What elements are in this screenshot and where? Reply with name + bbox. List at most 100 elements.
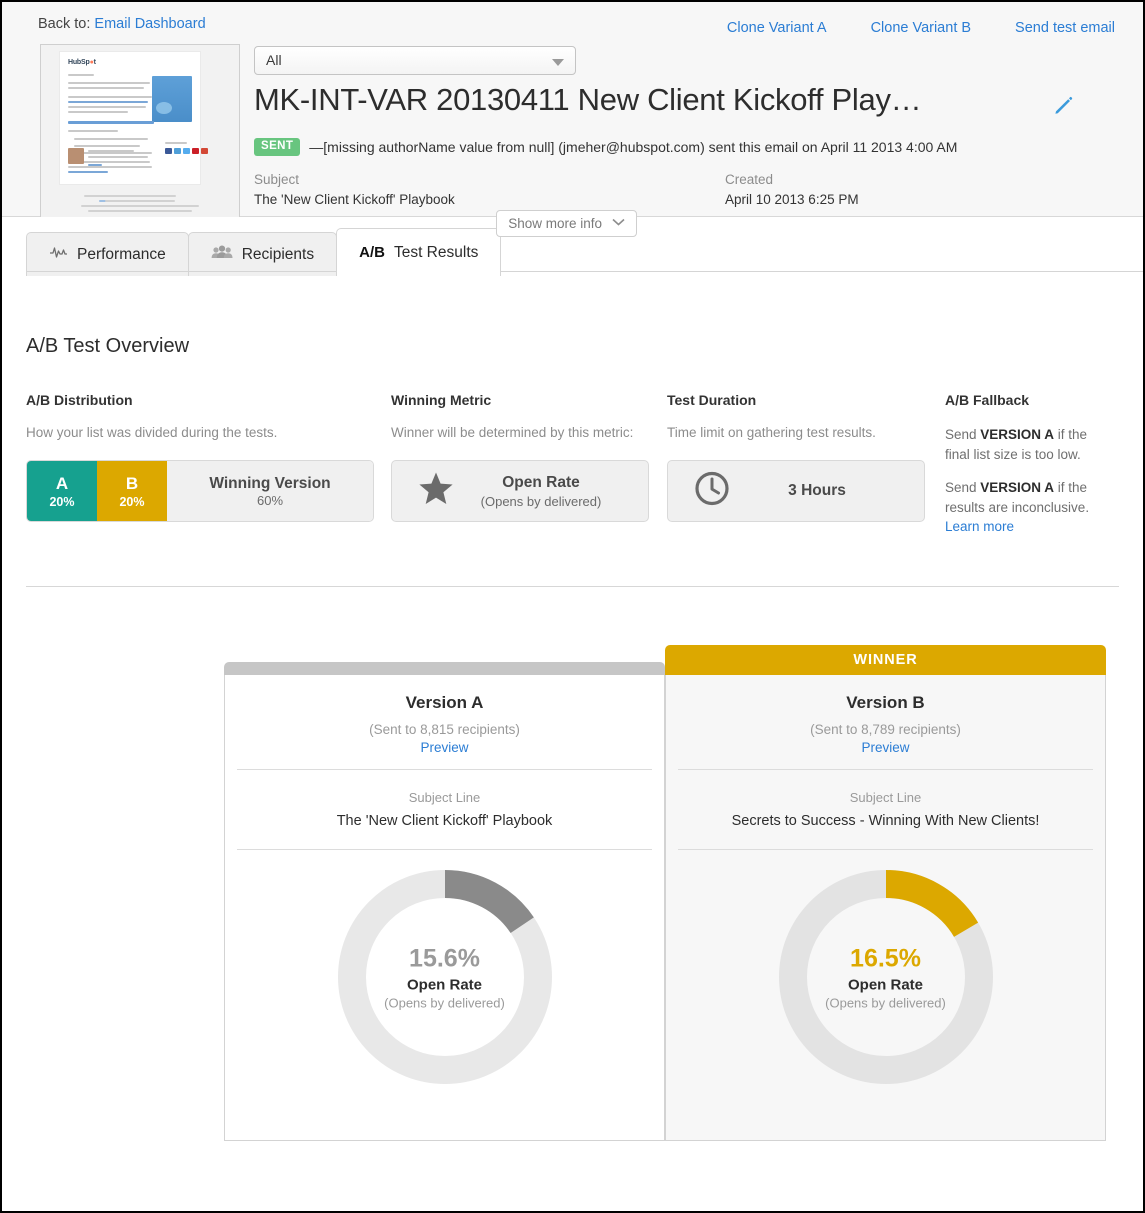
people-icon	[211, 245, 233, 264]
ab-distribution-heading: A/B Distribution	[26, 392, 133, 408]
variant-filter-select[interactable]: All	[254, 46, 576, 75]
version-a-card-top	[224, 662, 665, 675]
version-b-subject-label: Subject Line	[849, 790, 922, 805]
version-a-open-rate-label: Open Rate	[406, 976, 482, 994]
version-a-donut-center: 15.6% Open Rate (Opens by delivered)	[334, 943, 556, 1010]
winning-metric-description: Winner will be determined by this metric…	[391, 425, 634, 440]
version-a-preview-link[interactable]: Preview	[420, 740, 468, 755]
version-b-name: Version B	[846, 693, 925, 712]
fallback-2-pre: Send	[945, 480, 981, 496]
fallback-rule-1: Send VERSION A if the final list size is…	[945, 425, 1097, 464]
segment-a-percent: 20%	[49, 494, 75, 509]
fallback-1-version: VERSION A	[980, 427, 1055, 442]
pencil-icon[interactable]	[1052, 94, 1074, 116]
winner-segment-label: Winning Version	[209, 474, 331, 492]
version-a-metric: 15.6% Open Rate (Opens by delivered)	[225, 850, 664, 1126]
chevron-down-icon	[612, 209, 625, 234]
app-window: Back to: Email Dashboard Clone Variant A…	[0, 0, 1145, 1213]
version-a-subject-label: Subject Line	[408, 790, 481, 805]
clone-variant-b-link[interactable]: Clone Variant B	[871, 20, 971, 36]
star-icon	[418, 472, 454, 511]
created-label: Created	[725, 172, 774, 187]
ab-test-overview: A/B Test Overview A/B Distribution How y…	[2, 335, 1143, 552]
tab-recipients[interactable]: Recipients	[187, 232, 338, 276]
page-title: MK-INT-VAR 20130411 New Client Kickoff P…	[254, 82, 922, 117]
status-text: —[missing authorName value from null] (j…	[309, 138, 958, 155]
tab-ab-test-results-label: Test Results	[393, 243, 479, 261]
hubspot-logo: HubSp●t	[68, 59, 96, 66]
test-duration-heading: Test Duration	[667, 392, 757, 408]
version-a-subject-value: The 'New Client Kickoff' Playbook	[336, 813, 553, 829]
author-avatar	[68, 148, 84, 164]
send-test-email-link[interactable]: Send test email	[1015, 20, 1115, 36]
distribution-segment-winner: Winning Version 60%	[167, 461, 373, 521]
distribution-segment-b: B 20%	[97, 461, 167, 521]
version-b-preview-link[interactable]: Preview	[861, 740, 909, 755]
email-thumbnail-legal	[41, 197, 239, 215]
subject-label: Subject	[254, 172, 300, 187]
section-title: A/B Test Overview	[26, 335, 190, 357]
segment-b-letter: B	[125, 474, 139, 494]
winner-banner: WINNER	[665, 645, 1106, 675]
email-dashboard-link[interactable]: Email Dashboard	[94, 16, 205, 32]
version-a-card: Version A (Sent to 8,815 recipients) Pre…	[224, 662, 665, 1141]
version-comparison: Version A (Sent to 8,815 recipients) Pre…	[2, 645, 1143, 1141]
version-b-open-rate-label: Open Rate	[847, 976, 923, 994]
status-badge: SENT	[254, 138, 301, 156]
winner-segment-percent: 60%	[256, 493, 284, 509]
ebook-cover-image	[152, 76, 192, 122]
winning-metric-block: Winning Metric Winner will be determined…	[391, 392, 661, 522]
winning-metric-sub: (Opens by delivered)	[480, 493, 602, 509]
segment-a-letter: A	[55, 474, 69, 494]
created-value: April 10 2013 6:25 PM	[725, 192, 859, 207]
clock-icon	[694, 471, 730, 512]
version-b-card: WINNER Version B (Sent to 8,789 recipien…	[665, 645, 1106, 1141]
winning-metric-value: Open Rate	[502, 474, 580, 492]
subject-value: The 'New Client Kickoff' Playbook	[254, 192, 455, 207]
tab-performance-label: Performance	[77, 245, 166, 263]
version-a-open-rate: 15.6%	[409, 944, 480, 973]
learn-more-link[interactable]: Learn more	[945, 519, 1014, 534]
show-more-info-label: Show more info	[508, 216, 603, 231]
version-b-recipients: (Sent to 8,789 recipients)	[810, 722, 961, 737]
ab-fallback-heading: A/B Fallback	[945, 392, 1030, 408]
variant-filter-value: All	[266, 52, 282, 68]
show-more-info-button[interactable]: Show more info	[496, 210, 637, 237]
tab-ab-test-results[interactable]: A/B Test Results	[336, 228, 502, 276]
segment-b-percent: 20%	[119, 494, 145, 509]
chevron-down-icon	[552, 59, 564, 66]
version-b-open-rate-sub: (Opens by delivered)	[825, 995, 946, 1011]
tab-performance[interactable]: Performance	[26, 232, 189, 276]
version-b-donut-center: 16.5% Open Rate (Opens by delivered)	[775, 943, 997, 1010]
test-duration-description: Time limit on gathering test results.	[667, 425, 876, 440]
ab-distribution-bar: A 20% B 20% Winning Version 60%	[26, 460, 374, 522]
ab-fallback-block: A/B Fallback Send VERSION A if the final…	[945, 392, 1125, 551]
version-b-open-rate: 16.5%	[850, 944, 921, 973]
ab-distribution-block: A/B Distribution How your list was divid…	[26, 392, 396, 522]
winning-metric-box: Open Rate (Opens by delivered)	[391, 460, 649, 522]
version-a-open-rate-sub: (Opens by delivered)	[384, 995, 505, 1011]
version-b-donut-chart: 16.5% Open Rate (Opens by delivered)	[775, 866, 997, 1088]
breadcrumb: Back to: Email Dashboard	[38, 16, 206, 32]
tab-underline	[26, 271, 1143, 272]
version-b-metric: 16.5% Open Rate (Opens by delivered)	[666, 850, 1105, 1126]
fallback-2-version: VERSION A	[980, 480, 1055, 496]
back-to-label: Back to:	[38, 16, 91, 32]
version-a-subject: Subject Line The 'New Client Kickoff' Pl…	[225, 770, 664, 849]
email-thumbnail-page: HubSp●t	[59, 51, 208, 202]
winning-metric-heading: Winning Metric	[391, 392, 492, 408]
email-header: Back to: Email Dashboard Clone Variant A…	[2, 2, 1143, 220]
version-a-head: Version A (Sent to 8,815 recipients) Pre…	[225, 675, 664, 769]
clone-variant-a-link[interactable]: Clone Variant A	[727, 20, 827, 36]
test-duration-value: 3 Hours	[788, 481, 846, 499]
created-meta: Created April 10 2013 6:25 PM	[725, 172, 859, 207]
email-thumbnail[interactable]: HubSp●t	[40, 44, 240, 220]
email-status-line: SENT —[missing authorName value from nul…	[254, 138, 957, 156]
version-b-subject-value: Secrets to Success - Winning With New Cl…	[731, 813, 1040, 829]
subject-meta: Subject The 'New Client Kickoff' Playboo…	[254, 172, 455, 207]
section-divider	[26, 586, 1119, 587]
version-b-subject: Subject Line Secrets to Success - Winnin…	[666, 770, 1105, 849]
test-duration-box: 3 Hours	[667, 460, 925, 522]
ab-icon: A/B	[359, 244, 385, 261]
tab-recipients-label: Recipients	[241, 245, 315, 263]
